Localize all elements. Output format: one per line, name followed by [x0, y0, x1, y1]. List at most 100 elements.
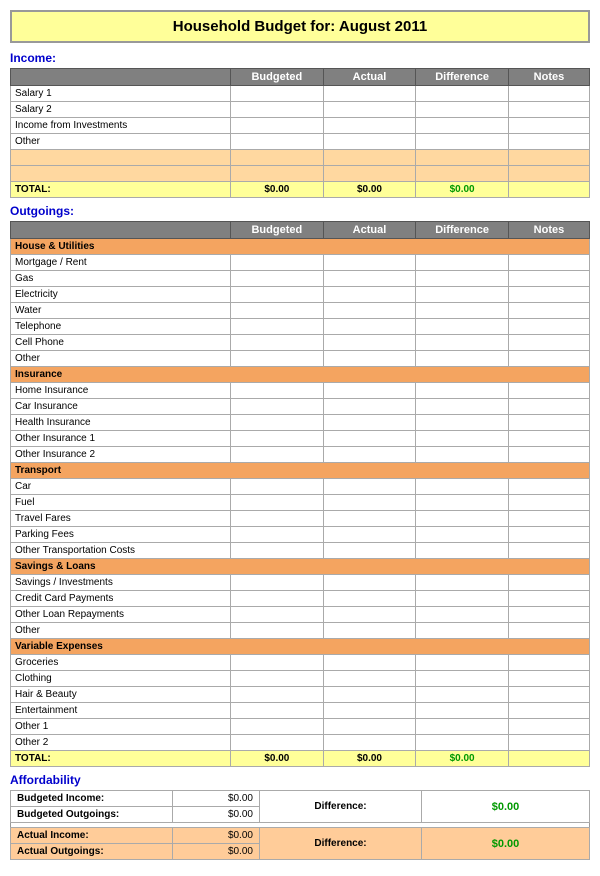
aff-row-budgeted-income: Budgeted Income: $0.00 Difference: $0.00 [11, 791, 590, 807]
income-col-actual: Actual [323, 69, 416, 86]
out-row-home-ins: Home Insurance [11, 383, 590, 399]
out-row-fuel: Fuel [11, 495, 590, 511]
out-col-diff: Difference [416, 222, 509, 239]
out-row-credit: Credit Card Payments [11, 591, 590, 607]
out-row-car: Car [11, 479, 590, 495]
outgoings-section-label: Outgoings: [10, 204, 590, 218]
income-diff-investments [416, 118, 509, 134]
aff-budgeted-income-label: Budgeted Income: [11, 791, 173, 807]
out-row-groceries: Groceries [11, 655, 590, 671]
income-label-investments: Income from Investments [11, 118, 231, 134]
income-row-salary1: Salary 1 [11, 86, 590, 102]
income-total-row: TOTAL: $0.00 $0.00 $0.00 [11, 182, 590, 198]
income-table: Budgeted Actual Difference Notes Salary … [10, 68, 590, 198]
out-row-other2: Other 2 [11, 735, 590, 751]
out-row-electricity: Electricity [11, 287, 590, 303]
out-row-other-house: Other [11, 351, 590, 367]
aff-actual-diff-label: Difference: [259, 828, 421, 860]
aff-actual-outgoings-label: Actual Outgoings: [11, 844, 173, 860]
income-notes-other[interactable] [508, 134, 589, 150]
out-total-notes [508, 751, 589, 767]
income-total-label: TOTAL: [11, 182, 231, 198]
income-budgeted-other[interactable] [231, 134, 324, 150]
income-row-other: Other [11, 134, 590, 150]
income-notes-salary2[interactable] [508, 102, 589, 118]
income-row-salary2: Salary 2 [11, 102, 590, 118]
income-actual-investments[interactable] [323, 118, 416, 134]
out-row-mortgage: Mortgage / Rent [11, 255, 590, 271]
income-diff-other [416, 134, 509, 150]
out-col-label [11, 222, 231, 239]
affordability-table: Budgeted Income: $0.00 Difference: $0.00… [10, 790, 590, 860]
income-label-salary1: Salary 1 [11, 86, 231, 102]
income-actual-salary1[interactable] [323, 86, 416, 102]
income-notes-investments[interactable] [508, 118, 589, 134]
income-col-budgeted: Budgeted [231, 69, 324, 86]
income-budgeted-investments[interactable] [231, 118, 324, 134]
out-header-savings-label: Savings & Loans [11, 559, 590, 575]
income-actual-other[interactable] [323, 134, 416, 150]
out-header-variable: Variable Expenses [11, 639, 590, 655]
income-budgeted-salary2[interactable] [231, 102, 324, 118]
aff-actual-outgoings-val: $0.00 [173, 844, 260, 860]
out-row-other-transport: Other Transportation Costs [11, 543, 590, 559]
out-header-variable-label: Variable Expenses [11, 639, 590, 655]
out-total-row: TOTAL: $0.00 $0.00 $0.00 [11, 751, 590, 767]
income-total-notes [508, 182, 589, 198]
out-col-actual: Actual [323, 222, 416, 239]
out-row-other-ins2: Other Insurance 2 [11, 447, 590, 463]
aff-row-actual-income: Actual Income: $0.00 Difference: $0.00 [11, 828, 590, 844]
out-total-budgeted: $0.00 [231, 751, 324, 767]
out-row-water: Water [11, 303, 590, 319]
income-label-other: Other [11, 134, 231, 150]
income-diff-salary2 [416, 102, 509, 118]
aff-budgeted-income-val: $0.00 [173, 791, 260, 807]
page-title: Household Budget for: August 2011 [10, 10, 590, 43]
out-row-telephone: Telephone [11, 319, 590, 335]
aff-budgeted-outgoings-label: Budgeted Outgoings: [11, 807, 173, 823]
out-row-parking: Parking Fees [11, 527, 590, 543]
out-row-other1: Other 1 [11, 719, 590, 735]
aff-actual-income-val: $0.00 [173, 828, 260, 844]
out-row-other-ins1: Other Insurance 1 [11, 431, 590, 447]
income-section-label: Income: [10, 51, 590, 65]
income-row-investments: Income from Investments [11, 118, 590, 134]
out-row-entertainment: Entertainment [11, 703, 590, 719]
out-row-gas: Gas [11, 271, 590, 287]
aff-actual-diff-val: $0.00 [422, 828, 590, 860]
outgoings-table: Budgeted Actual Difference Notes House &… [10, 221, 590, 767]
income-notes-salary1[interactable] [508, 86, 589, 102]
aff-budgeted-diff-val: $0.00 [422, 791, 590, 823]
income-label-salary2: Salary 2 [11, 102, 231, 118]
out-row-clothing: Clothing [11, 671, 590, 687]
out-header-transport-label: Transport [11, 463, 590, 479]
out-total-label: TOTAL: [11, 751, 231, 767]
out-row-other-savings: Other [11, 623, 590, 639]
out-total-actual: $0.00 [323, 751, 416, 767]
aff-budgeted-diff-label: Difference: [259, 791, 421, 823]
out-row-health-ins: Health Insurance [11, 415, 590, 431]
income-row-empty1 [11, 150, 590, 166]
income-diff-salary1 [416, 86, 509, 102]
out-col-budgeted: Budgeted [231, 222, 324, 239]
out-header-transport: Transport [11, 463, 590, 479]
aff-budgeted-outgoings-val: $0.00 [173, 807, 260, 823]
income-budgeted-salary1[interactable] [231, 86, 324, 102]
income-col-diff: Difference [416, 69, 509, 86]
out-row-savings-inv: Savings / Investments [11, 575, 590, 591]
out-total-diff: $0.00 [416, 751, 509, 767]
out-header-savings: Savings & Loans [11, 559, 590, 575]
out-header-insurance: Insurance [11, 367, 590, 383]
income-col-label [11, 69, 231, 86]
out-row-travel: Travel Fares [11, 511, 590, 527]
affordability-section-label: Affordability [10, 773, 590, 787]
out-row-hair: Hair & Beauty [11, 687, 590, 703]
income-total-diff: $0.00 [416, 182, 509, 198]
out-row-car-ins: Car Insurance [11, 399, 590, 415]
income-row-empty2 [11, 166, 590, 182]
out-header-house-label: House & Utilities [11, 239, 590, 255]
out-header-house: House & Utilities [11, 239, 590, 255]
out-row-cellphone: Cell Phone [11, 335, 590, 351]
income-actual-salary2[interactable] [323, 102, 416, 118]
income-total-actual: $0.00 [323, 182, 416, 198]
